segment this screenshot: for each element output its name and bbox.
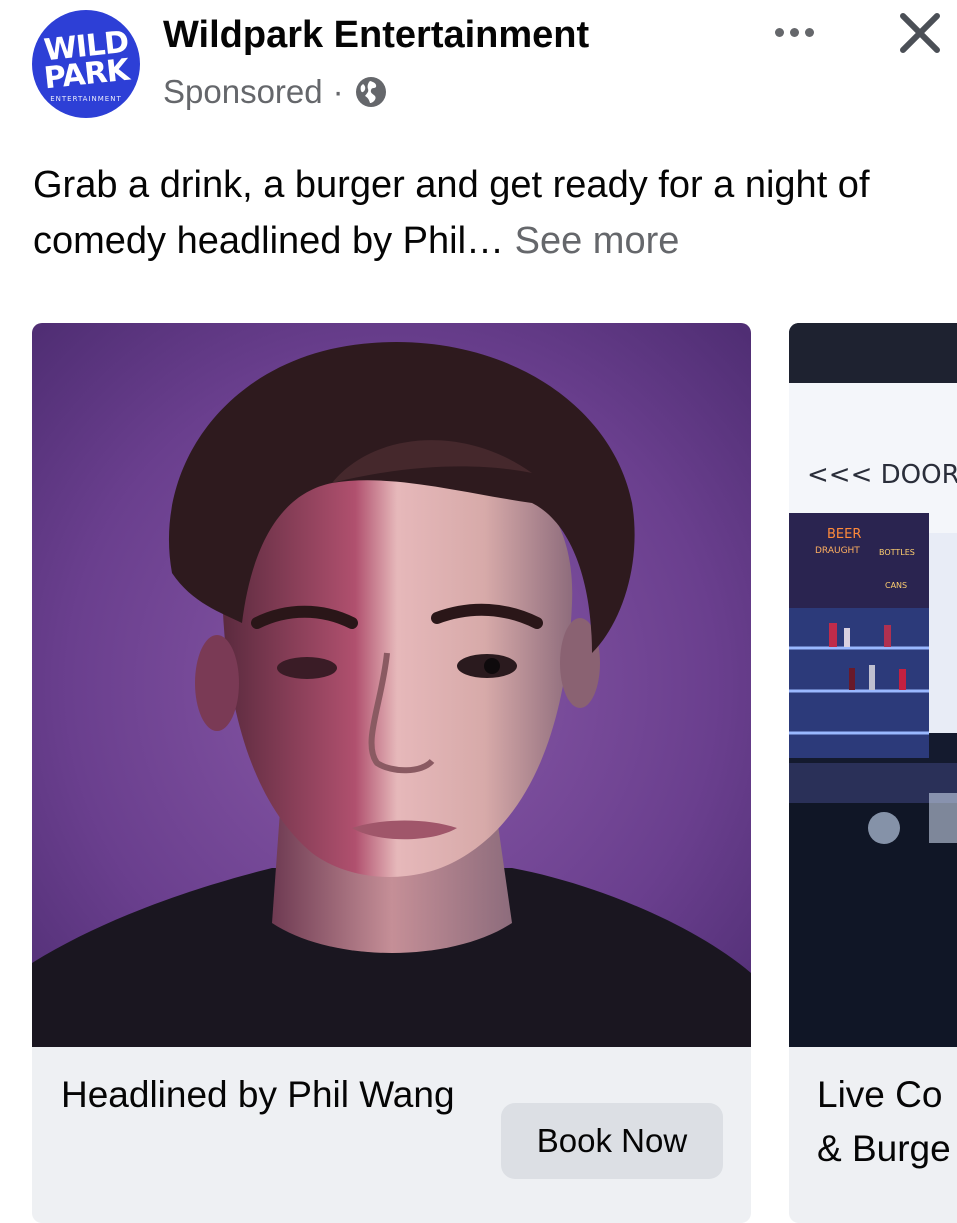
menu-sub-text: DRAUGHT <box>815 546 860 556</box>
post-meta: Sponsored · <box>163 70 388 114</box>
globe-icon[interactable] <box>354 75 388 109</box>
book-now-button[interactable]: Book Now <box>501 1103 723 1179</box>
more-horizontal-icon <box>774 27 784 37</box>
menu-cans-text: CANS <box>885 581 907 590</box>
card-title: Headlined by Phil Wang <box>61 1074 455 1115</box>
page-name-link[interactable]: Wildpark Entertainment <box>163 12 589 58</box>
menu-bottles-text: BOTTLES <box>879 548 915 557</box>
card-title-line1: Live Co <box>817 1074 943 1115</box>
logo-text-entertainment: ENTERTAINMENT <box>50 95 122 103</box>
caption-text: Grab a drink, a burger and get ready for… <box>33 164 870 262</box>
sponsored-label: Sponsored <box>163 73 323 110</box>
more-options-button[interactable] <box>766 12 822 52</box>
door-sign-text: <<< DOOR <box>807 460 957 490</box>
comedian-portrait-image <box>32 323 751 1047</box>
page-avatar[interactable]: WILD PARK ENTERTAINMENT <box>32 10 140 118</box>
bar-interior-image: <<< DOOR BEER DRAUGHT BOTTLES CANS <box>789 323 957 1047</box>
card-title-line2: & Burge <box>817 1128 951 1169</box>
carousel-card-1[interactable]: Headlined by Phil Wang Book Now <box>32 323 751 1223</box>
logo-text-park: PARK <box>41 52 130 97</box>
carousel-card-2[interactable]: <<< DOOR BEER DRAUGHT BOTTLES CANS Live … <box>789 323 957 1223</box>
close-button[interactable] <box>893 6 947 60</box>
more-horizontal-icon-dot <box>804 27 814 37</box>
see-more-link[interactable]: See more <box>515 220 680 262</box>
more-horizontal-icon-dot <box>789 27 799 37</box>
meta-separator: · <box>332 73 344 110</box>
close-icon <box>900 13 940 53</box>
card-title: Live Co & Burge <box>817 1068 957 1176</box>
post-caption: Grab a drink, a burger and get ready for… <box>33 157 948 269</box>
menu-heading-text: BEER <box>827 527 861 542</box>
